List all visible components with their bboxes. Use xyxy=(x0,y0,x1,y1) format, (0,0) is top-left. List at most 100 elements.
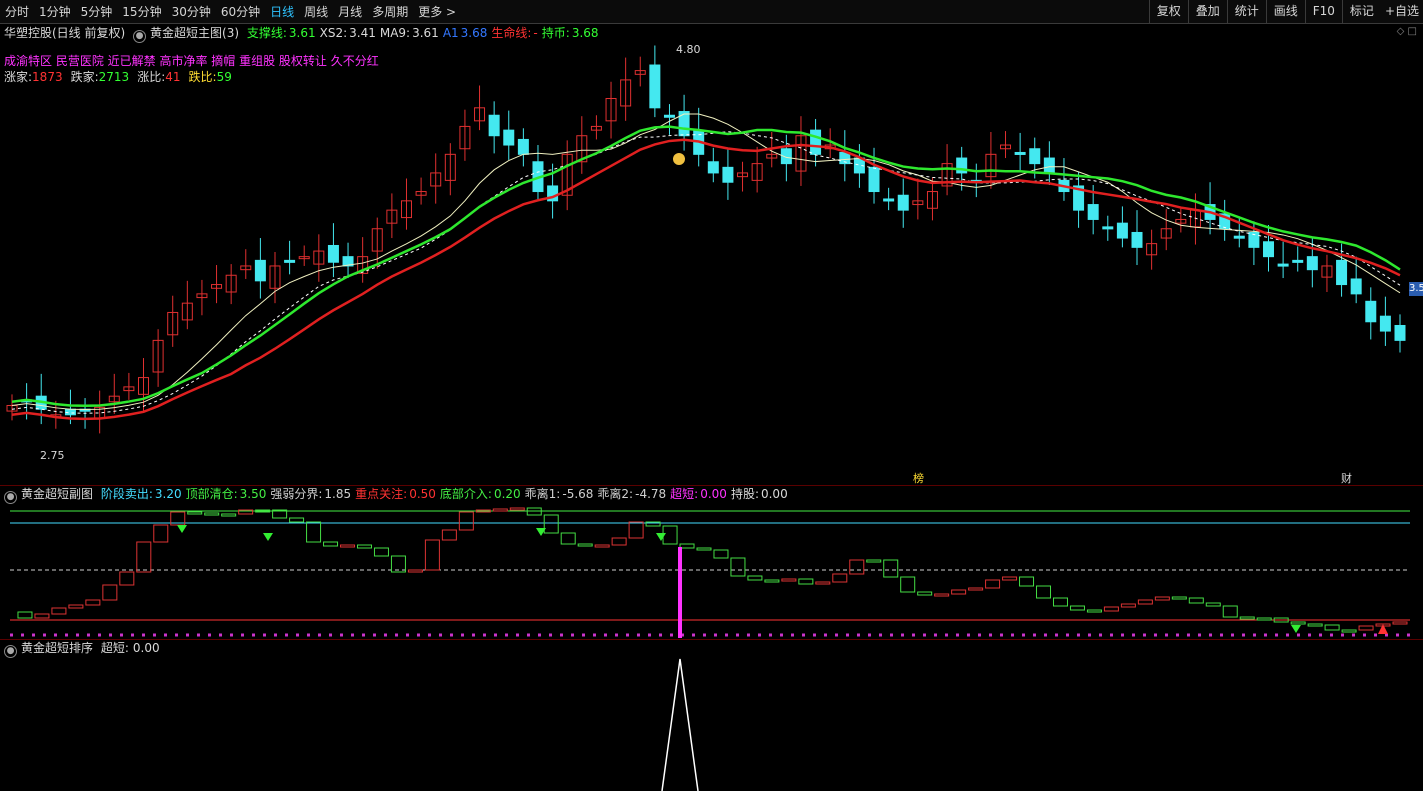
oscillator-bar xyxy=(798,578,814,585)
candle-body xyxy=(707,161,719,174)
period-tab[interactable]: 月线 xyxy=(333,0,367,24)
candle-body xyxy=(868,166,880,193)
period-tabs: 分时 1分钟 5分钟 15分钟 30分钟 60分钟 日线 周线 月线 多周期 更多 > xyxy=(0,0,461,24)
rank-legend-label: 超短: xyxy=(100,641,129,655)
oscillator-bar xyxy=(509,507,525,511)
toolbar-button[interactable]: 画线 xyxy=(1265,0,1305,23)
oscillator-bar xyxy=(340,544,356,548)
candle-body xyxy=(1394,324,1406,341)
oscillator-bar xyxy=(323,541,339,547)
oscillator-bar xyxy=(713,549,729,559)
candle-body xyxy=(1263,241,1275,258)
rank-legend-value: 0.00 xyxy=(132,641,160,655)
candle-body xyxy=(254,259,266,282)
period-tab[interactable]: 30分钟 xyxy=(167,0,216,24)
oscillator-bar xyxy=(543,514,559,534)
rank-chart[interactable] xyxy=(0,656,1410,791)
toolbar-button[interactable]: 标记 xyxy=(1341,0,1381,23)
oscillator-bar xyxy=(730,557,746,577)
toolbar-button[interactable]: F10 xyxy=(1304,0,1342,23)
oscillator-bar xyxy=(102,584,118,601)
candle-body xyxy=(897,194,909,211)
period-tab[interactable]: 分时 xyxy=(0,0,34,24)
sell-arrow-icon xyxy=(656,533,666,541)
oscillator-bar xyxy=(424,539,440,571)
money-bag-icon xyxy=(673,153,685,165)
oscillator-bar xyxy=(119,571,135,586)
candle-body xyxy=(517,138,529,155)
oscillator-bar xyxy=(221,513,237,517)
legend-value: 0.20 xyxy=(493,487,521,501)
legend-value: 0.00 xyxy=(700,487,727,501)
oscillator-bar xyxy=(1239,616,1255,620)
candle-body xyxy=(1029,148,1041,165)
oscillator-bar xyxy=(1188,597,1204,604)
sell-arrow-icon xyxy=(1291,625,1301,633)
oscillator-bar xyxy=(1154,596,1170,601)
candlestick-chart[interactable] xyxy=(0,22,1410,482)
bang-marker[interactable]: 榜 xyxy=(913,470,924,486)
toolbar-actions: 复权 叠加 统计 画线 F10 标记 +自选 xyxy=(1148,0,1423,23)
period-tab[interactable]: 1分钟 xyxy=(34,0,76,24)
period-tab[interactable]: 多周期 xyxy=(367,0,413,24)
life-line xyxy=(11,138,1401,421)
oscillator-bar xyxy=(1036,585,1052,599)
sell-arrow-icon xyxy=(177,525,187,533)
period-tab[interactable]: 更多 > xyxy=(413,0,461,24)
toolbar-button[interactable]: 复权 xyxy=(1148,0,1188,23)
oscillator-bar xyxy=(1392,621,1408,625)
candle-body xyxy=(1277,263,1289,267)
oscillator-bar xyxy=(985,579,1001,589)
candle-body xyxy=(64,408,76,416)
oscillator-bar xyxy=(1307,623,1323,627)
toolbar-button[interactable]: +自选 xyxy=(1381,0,1423,23)
oscillator-bar xyxy=(1358,625,1374,631)
legend-value: 0.50 xyxy=(409,487,436,501)
oscillator-bar xyxy=(883,559,899,578)
candle-body xyxy=(1102,226,1114,230)
oscillator-bar xyxy=(662,525,678,545)
candle-body xyxy=(284,259,296,263)
oscillator-chart[interactable] xyxy=(0,500,1410,640)
period-tab[interactable]: 日线 xyxy=(265,0,299,24)
oscillator-bar xyxy=(17,611,33,619)
candle-body xyxy=(663,114,675,118)
rank-indicator-name[interactable]: 黄金超短排序 xyxy=(21,641,93,655)
oscillator-bar xyxy=(747,575,763,581)
oscillator-bar xyxy=(153,524,169,543)
oscillator-bar xyxy=(917,591,933,596)
oscillator-bar xyxy=(356,544,372,549)
toolbar-button[interactable]: 叠加 xyxy=(1187,0,1227,23)
candle-body xyxy=(678,111,690,137)
candle-body xyxy=(1379,315,1391,332)
oscillator-bar xyxy=(1137,599,1153,605)
oscillator-bar xyxy=(781,578,797,582)
candle-body xyxy=(1365,300,1377,323)
period-tab[interactable]: 15分钟 xyxy=(117,0,166,24)
oscillator-bar xyxy=(1069,605,1085,611)
cai-marker[interactable]: 财 xyxy=(1341,470,1352,486)
legend-label: 阶段卖出: xyxy=(100,487,153,501)
candle-body xyxy=(1233,235,1245,239)
candle-body xyxy=(1131,231,1143,248)
toolbar-button[interactable]: 统计 xyxy=(1226,0,1266,23)
oscillator-bar xyxy=(34,613,50,619)
oscillator-bar xyxy=(764,579,780,583)
oscillator-bar xyxy=(696,547,712,551)
legend-value: 1.85 xyxy=(324,487,352,501)
oscillator-bar xyxy=(1256,617,1272,621)
period-tab[interactable]: 周线 xyxy=(299,0,333,24)
rank-spike xyxy=(661,658,699,791)
oscillator-bar xyxy=(187,511,203,515)
legend-label: 超短: xyxy=(670,487,699,501)
legend-label: 顶部清仓: xyxy=(185,487,238,501)
period-tab[interactable]: 60分钟 xyxy=(216,0,265,24)
xs2-line xyxy=(11,131,1401,414)
sub-indicator-name[interactable]: 黄金超短副图 xyxy=(21,487,93,501)
oscillator-bar xyxy=(1120,603,1136,608)
oscillator-bar xyxy=(1086,609,1102,613)
candle-body xyxy=(1014,151,1026,155)
oscillator-bar xyxy=(289,517,305,523)
period-tab[interactable]: 5分钟 xyxy=(76,0,118,24)
legend-value: -4.78 xyxy=(635,487,667,501)
